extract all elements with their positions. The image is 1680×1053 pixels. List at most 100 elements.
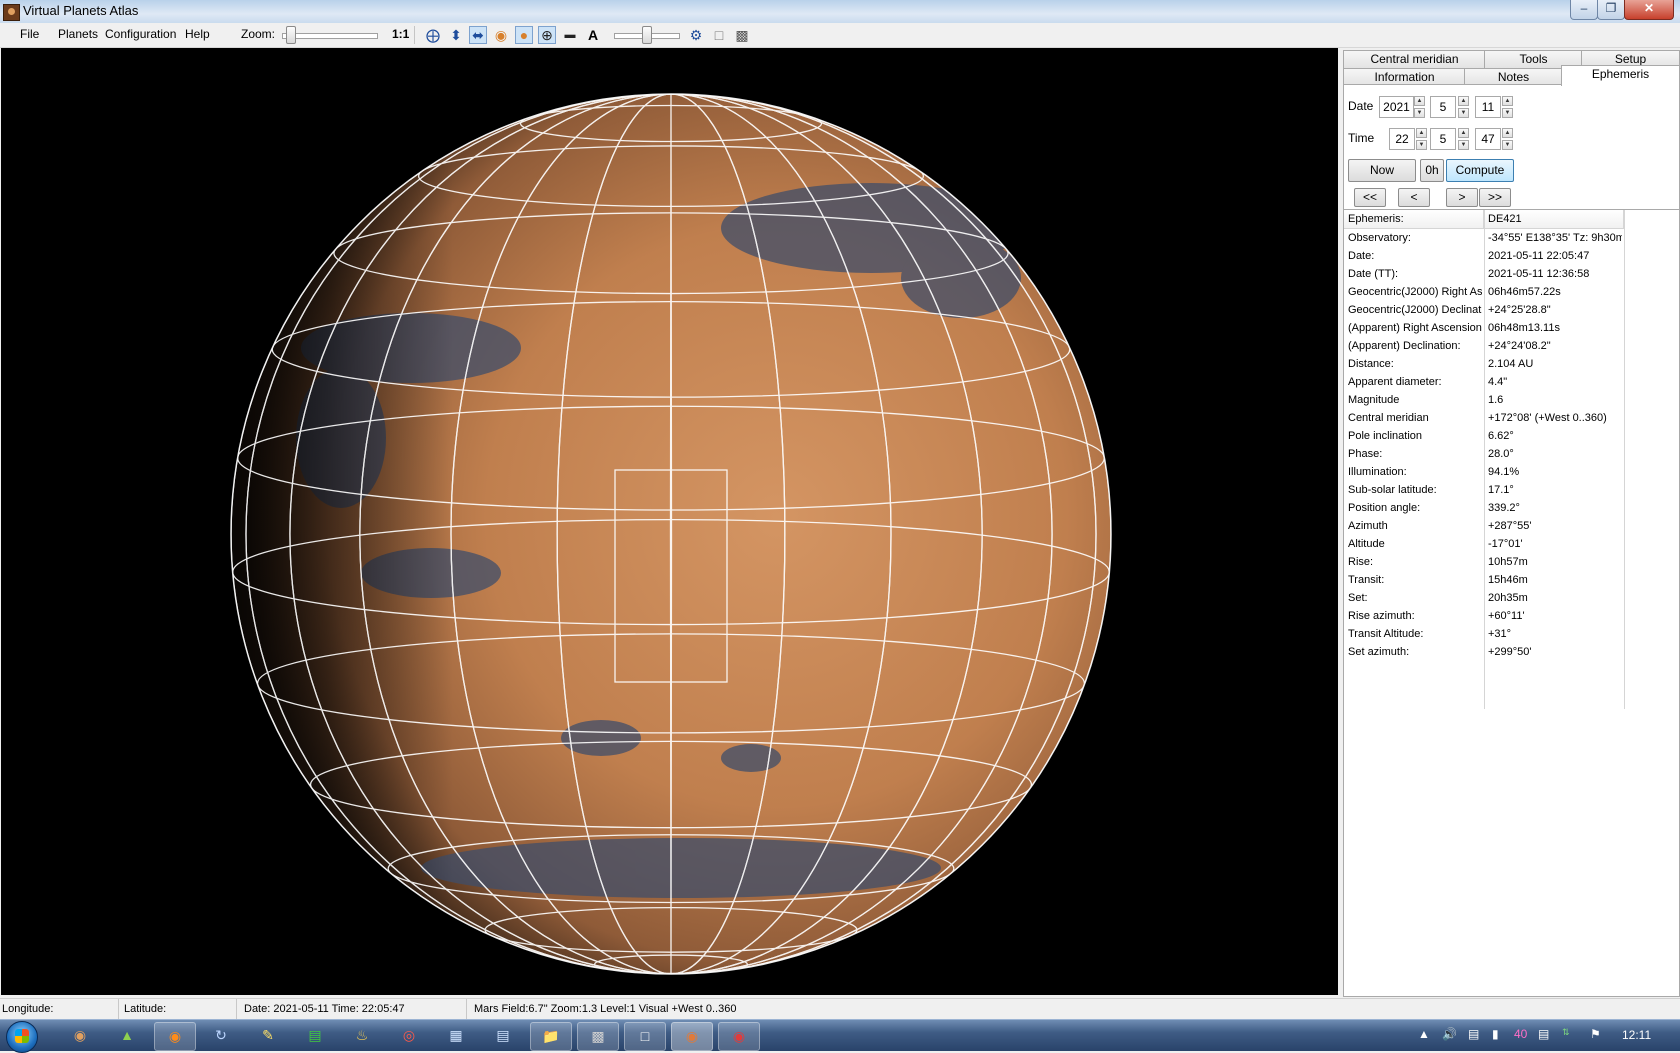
last-button[interactable]: >>: [1479, 188, 1511, 207]
previous-button[interactable]: <: [1398, 188, 1430, 207]
tray-counter[interactable]: 40: [1514, 1027, 1527, 1041]
paint-icon[interactable]: ♨: [342, 1022, 382, 1049]
ephemeris-label: Date (TT):: [1348, 268, 1399, 280]
year-field[interactable]: 2021: [1379, 96, 1414, 118]
status-info: Mars Field:6.7" Zoom:1.3 Level:1 Visual …: [474, 1003, 737, 1015]
second-spinner[interactable]: ▲ ▼: [1502, 128, 1513, 150]
minimize-button[interactable]: –: [1570, 0, 1598, 20]
month-spinner[interactable]: ▲ ▼: [1458, 96, 1469, 118]
mars-image-icon[interactable]: ●: [515, 26, 533, 44]
document-icon[interactable]: □: [624, 1022, 666, 1051]
start-button[interactable]: [6, 1021, 38, 1053]
ephemeris-row: Date (TT): 2021-05-11 12:36:58: [1344, 265, 1624, 283]
month-field[interactable]: 5: [1430, 96, 1456, 118]
ephemeris-label: Pole inclination: [1348, 430, 1422, 442]
show-hidden-icons-icon[interactable]: ▲: [1418, 1027, 1430, 1041]
menu-file[interactable]: File: [18, 27, 41, 41]
planet-texture-icon[interactable]: ◉: [492, 26, 510, 44]
chart-icon[interactable]: ▤: [295, 1022, 335, 1049]
maps-icon[interactable]: ▲: [107, 1022, 147, 1049]
flip-horizontal-icon[interactable]: ⬌: [469, 26, 487, 44]
font-icon[interactable]: A: [584, 26, 602, 44]
ephemeris-value: 94.1%: [1488, 466, 1520, 478]
zoom-ratio-button[interactable]: 1:1: [392, 27, 409, 41]
tab-central-meridian[interactable]: Central meridian: [1343, 50, 1486, 68]
sync-icon[interactable]: ↻: [201, 1022, 241, 1049]
settings-icon[interactable]: ⚙: [687, 26, 705, 44]
ephemeris-row: Central meridian +172°08' (+West 0..360): [1344, 409, 1624, 427]
maximize-button[interactable]: ❐: [1597, 0, 1625, 20]
ephemeris-value: +24°24'08.2": [1488, 340, 1551, 352]
vpa-icon[interactable]: ◉: [671, 1022, 713, 1051]
hour-field[interactable]: 22: [1389, 128, 1415, 150]
globe-target-icon[interactable]: ⨁: [424, 26, 442, 44]
ephemeris-label: Central meridian: [1348, 412, 1429, 424]
minute-field[interactable]: 5: [1430, 128, 1456, 150]
windows-logo-icon: [15, 1029, 29, 1043]
day-field[interactable]: 11: [1475, 96, 1501, 118]
flip-vertical-icon[interactable]: ⬍: [447, 26, 465, 44]
date-label: Date: [1348, 99, 1374, 113]
next-button[interactable]: >: [1446, 188, 1478, 207]
ephemeris-value: 10h57m: [1488, 556, 1528, 568]
ruler-icon[interactable]: ▬: [561, 26, 579, 44]
grid-icon[interactable]: ⊕: [538, 26, 556, 44]
minute-spinner[interactable]: ▲ ▼: [1458, 128, 1469, 150]
network-icon[interactable]: ▤: [1468, 1027, 1479, 1041]
zoom-slider[interactable]: [282, 33, 378, 39]
second-field[interactable]: 47: [1475, 128, 1501, 150]
clock[interactable]: 12:11: [1622, 1028, 1651, 1042]
ephemeris-label: Magnitude: [1348, 394, 1400, 406]
ephemeris-label: Rise azimuth:: [1348, 610, 1415, 622]
ephemeris-header-value: DE421: [1484, 210, 1624, 228]
hour-spinner[interactable]: ▲ ▼: [1416, 128, 1427, 150]
screen-icon[interactable]: ▩: [733, 26, 751, 44]
chrome-icon[interactable]: ◎: [389, 1022, 429, 1049]
firefox-icon[interactable]: ◉: [154, 1022, 196, 1051]
ephemeris-value: 2.104 AU: [1488, 358, 1534, 370]
ephemeris-value: +60°11': [1488, 610, 1525, 622]
signal-icon[interactable]: ▤: [1538, 1027, 1549, 1041]
ephemeris-label: Geocentric(J2000) Declination: [1348, 304, 1482, 316]
ephemeris-value: 339.2°: [1488, 502, 1520, 514]
terminal-icon[interactable]: ▩: [577, 1022, 619, 1051]
mars-globe[interactable]: [1, 48, 1338, 995]
status-longitude: Longitude:: [0, 999, 119, 1019]
ephemeris-value: +172°08' (+West 0..360): [1488, 412, 1607, 424]
ephemeris-label: Distance:: [1348, 358, 1394, 370]
compute-button[interactable]: Compute: [1446, 159, 1514, 182]
menu-help[interactable]: Help: [183, 27, 212, 41]
explorer-icon[interactable]: 📁: [530, 1022, 572, 1051]
planet-viewport[interactable]: [1, 48, 1338, 995]
document-icon[interactable]: □: [710, 26, 728, 44]
tab-ephemeris[interactable]: Ephemeris: [1561, 65, 1680, 86]
close-button[interactable]: ✕: [1624, 0, 1674, 20]
ephemeris-row: Transit Altitude: +31°: [1344, 625, 1624, 643]
ephemeris-value: +299°50': [1488, 646, 1532, 658]
status-latitude: Latitude:: [122, 999, 237, 1019]
pdf-icon[interactable]: ◉: [718, 1022, 760, 1051]
calculator-icon[interactable]: ▦: [436, 1022, 476, 1049]
network-speed-icon[interactable]: ⇅: [1562, 1027, 1570, 1038]
day-spinner[interactable]: ▲ ▼: [1502, 96, 1513, 118]
year-spinner[interactable]: ▲ ▼: [1414, 96, 1425, 118]
calendar-icon[interactable]: ▤: [483, 1022, 523, 1049]
zoom-slider-thumb[interactable]: [286, 26, 296, 44]
ephemeris-label: Transit:: [1348, 574, 1385, 586]
notepad-icon[interactable]: ✎: [248, 1022, 288, 1049]
gimp-icon[interactable]: ◉: [60, 1022, 100, 1049]
volume-icon[interactable]: 🔊: [1442, 1027, 1457, 1041]
now-button[interactable]: Now: [1348, 159, 1416, 182]
action-center-icon[interactable]: ⚑: [1590, 1027, 1601, 1041]
brightness-slider-thumb[interactable]: [642, 26, 652, 44]
battery-icon[interactable]: ▮: [1492, 1027, 1499, 1041]
ephemeris-row: Apparent diameter: 4.4": [1344, 373, 1624, 391]
side-panel: Central meridian Tools Setup Information…: [1341, 48, 1680, 997]
menu-configuration[interactable]: Configuration: [103, 27, 178, 41]
menu-planets[interactable]: Planets: [56, 27, 100, 41]
ephemeris-value: 17.1°: [1488, 484, 1514, 496]
ephemeris-value: -17°01': [1488, 538, 1523, 550]
zero-hour-button[interactable]: 0h: [1420, 159, 1444, 182]
first-button[interactable]: <<: [1354, 188, 1386, 207]
ephemeris-row: Illumination: 94.1%: [1344, 463, 1624, 481]
